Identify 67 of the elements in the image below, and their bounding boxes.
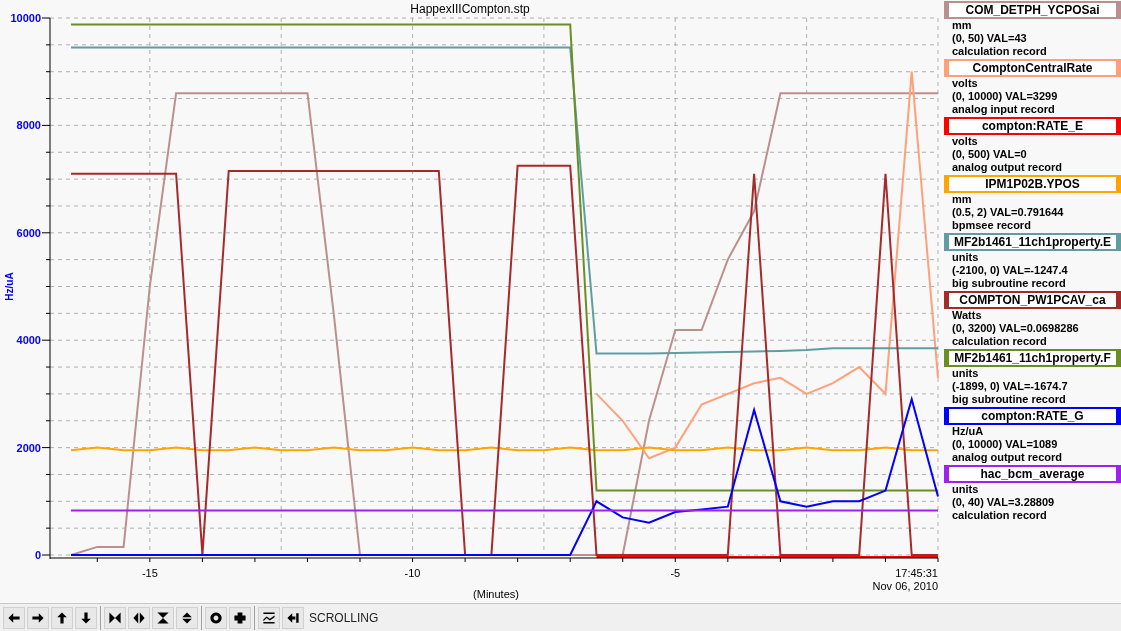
legend-range-value: (0.5, 2) VAL=0.791644 bbox=[951, 206, 1065, 219]
x-tick-label: -5 bbox=[670, 567, 681, 579]
legend-range-value: (0, 500) VAL=0 bbox=[951, 148, 1028, 161]
legend-name-label[interactable]: ComptonCentralRate bbox=[944, 59, 1121, 77]
legend-units: Watts bbox=[951, 309, 983, 322]
legend-range-value: (-1899, 0) VAL=-1674.7 bbox=[951, 380, 1069, 393]
legend-record-type: calculation record bbox=[951, 45, 1048, 58]
legend-range-value: (0, 3200) VAL=0.0698286 bbox=[951, 322, 1080, 335]
circle-button[interactable] bbox=[205, 606, 227, 629]
legend-record-type: analog input record bbox=[951, 103, 1056, 116]
legend-units: units bbox=[951, 367, 980, 380]
back-to-end-button[interactable] bbox=[282, 606, 304, 629]
legend-record-type: calculation record bbox=[951, 509, 1048, 522]
legend-record-type: bpmsee record bbox=[951, 219, 1032, 232]
legend-record-type: analog output record bbox=[951, 451, 1063, 464]
legend-range-value: (0, 10000) VAL=1089 bbox=[951, 438, 1059, 451]
x-axis-label: (Minutes) bbox=[473, 588, 519, 600]
legend-name-label[interactable]: compton:RATE_G bbox=[944, 407, 1121, 425]
end-date-label: Nov 06, 2010 bbox=[872, 580, 938, 592]
legend-range-value: (-2100, 0) VAL=-1247.4 bbox=[951, 264, 1069, 277]
legend-name-label[interactable]: MF2b1461_11ch1property.F bbox=[944, 349, 1121, 367]
legend-record-type: analog output record bbox=[951, 161, 1063, 174]
legend-units: Hz/uA bbox=[951, 425, 985, 438]
legend-units: units bbox=[951, 483, 980, 496]
legend-name-label[interactable]: MF2b1461_11ch1property.E bbox=[944, 233, 1121, 251]
up-arrow-button[interactable] bbox=[51, 606, 73, 629]
legend-units: units bbox=[951, 251, 980, 264]
legend-name-label[interactable]: IPM1P02B.YPOS bbox=[944, 175, 1121, 193]
compress-vertical-icon bbox=[155, 609, 171, 626]
expand-vertical-button[interactable] bbox=[176, 606, 198, 629]
legend-name-label[interactable]: hac_bcm_average bbox=[944, 465, 1121, 483]
x-tick-label: -10 bbox=[404, 567, 421, 579]
legend-name-label[interactable]: compton:RATE_E bbox=[944, 117, 1121, 135]
legend-units: mm bbox=[951, 19, 973, 32]
graph-button[interactable] bbox=[258, 606, 280, 629]
end-time-label: 17:45:31 bbox=[895, 567, 938, 579]
legend-record-type: big subroutine record bbox=[951, 393, 1067, 406]
legend-units: volts bbox=[951, 77, 979, 90]
graph-icon bbox=[261, 609, 277, 626]
compress-horizontal-icon bbox=[107, 609, 123, 626]
x-tick-label: -15 bbox=[141, 567, 158, 579]
expand-horizontal-button[interactable] bbox=[128, 606, 150, 629]
legend-name-label[interactable]: COM_DETPH_YCPOSai bbox=[944, 1, 1121, 19]
down-arrow-button[interactable] bbox=[75, 606, 97, 629]
y-axis-label: Hz/uA bbox=[4, 272, 15, 301]
y-tick-label: 8000 bbox=[16, 119, 41, 132]
y-tick-label: 0 bbox=[34, 549, 41, 561]
y-tick-label: 2000 bbox=[16, 441, 41, 454]
right-arrow-button[interactable] bbox=[27, 606, 49, 629]
chart-title: HappexIIICompton.stp bbox=[410, 2, 530, 16]
y-tick-label: 4000 bbox=[16, 334, 41, 347]
plus-button[interactable] bbox=[229, 606, 251, 629]
legend-range-value: (0, 50) VAL=43 bbox=[951, 32, 1028, 45]
plus-icon bbox=[232, 609, 248, 626]
legend-range-value: (0, 40) VAL=3.28809 bbox=[951, 496, 1056, 509]
compress-horizontal-button[interactable] bbox=[104, 606, 126, 629]
status-text: SCROLLING bbox=[309, 609, 379, 627]
legend-units: mm bbox=[951, 193, 973, 206]
legend-units: volts bbox=[951, 135, 979, 148]
legend-record-type: big subroutine record bbox=[951, 277, 1067, 290]
y-tick-label: 6000 bbox=[16, 226, 41, 239]
legend-record-type: calculation record bbox=[951, 335, 1048, 348]
y-tick-label: 10000 bbox=[10, 12, 41, 24]
left-arrow-button[interactable] bbox=[3, 606, 25, 629]
legend-name-label[interactable]: COMPTON_PW1PCAV_ca bbox=[944, 291, 1121, 309]
legend-range-value: (0, 10000) VAL=3299 bbox=[951, 90, 1059, 103]
compress-vertical-button[interactable] bbox=[152, 606, 174, 629]
